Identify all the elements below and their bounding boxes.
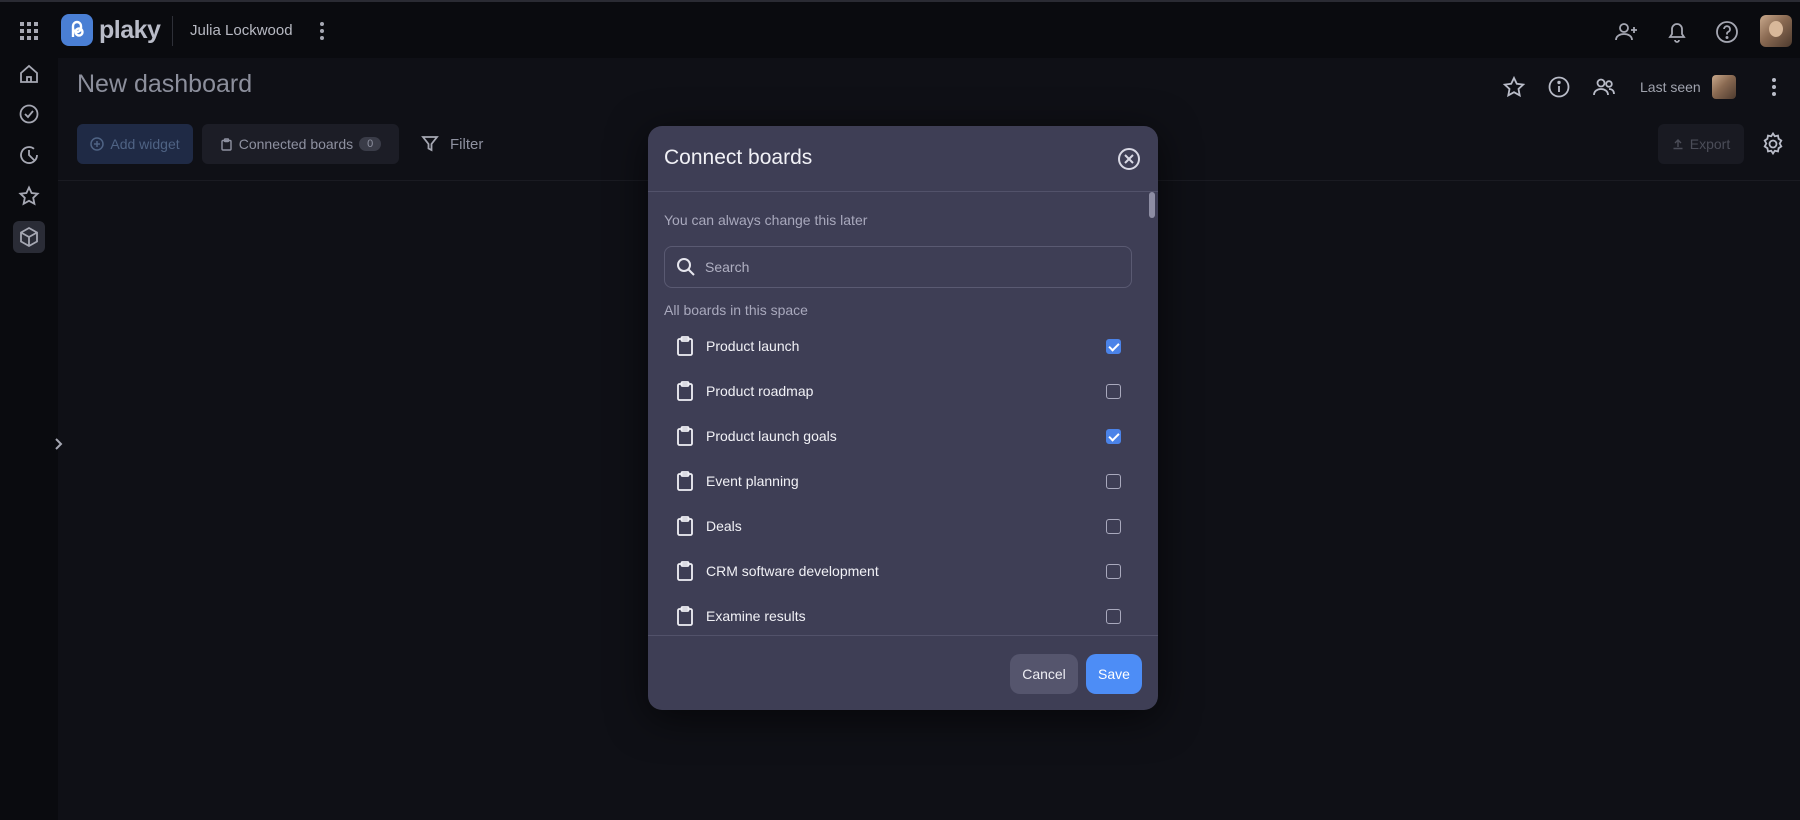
- board-checkbox[interactable]: [1106, 339, 1121, 354]
- more-vertical-icon[interactable]: [312, 19, 332, 43]
- add-widget-button[interactable]: Add widget: [77, 124, 193, 164]
- last-seen-avatar[interactable]: [1712, 75, 1736, 99]
- sidebar-item-my-work[interactable]: [13, 98, 45, 130]
- connect-boards-modal: Connect boards You can always change thi…: [648, 126, 1158, 710]
- clipboard-icon: [674, 470, 696, 492]
- board-checkbox[interactable]: [1106, 564, 1121, 579]
- board-label: Product launch goals: [706, 428, 837, 444]
- clipboard-icon: [674, 515, 696, 537]
- favorite-star-icon[interactable]: [1502, 75, 1526, 99]
- info-icon[interactable]: [1547, 75, 1571, 99]
- board-checkbox[interactable]: [1106, 609, 1121, 624]
- board-label: Event planning: [706, 473, 799, 489]
- export-button[interactable]: Export: [1658, 124, 1744, 164]
- export-label: Export: [1689, 136, 1731, 152]
- modal-title: Connect boards: [664, 146, 813, 169]
- board-checkbox[interactable]: [1106, 474, 1121, 489]
- clipboard-icon: [674, 335, 696, 357]
- star-icon: [18, 185, 40, 207]
- upload-icon: [1672, 138, 1684, 150]
- sidebar-item-recent[interactable]: [13, 139, 45, 171]
- board-checkbox[interactable]: [1106, 519, 1121, 534]
- page-title[interactable]: New dashboard: [77, 70, 252, 99]
- plus-circle-icon: [90, 137, 105, 151]
- board-list-item[interactable]: Event planning: [664, 459, 1134, 503]
- workspace-name[interactable]: Julia Lockwood: [190, 22, 293, 39]
- modal-scrollbar[interactable]: [1149, 192, 1155, 218]
- search-box: [664, 246, 1132, 288]
- sidebar-item-dashboards[interactable]: [13, 221, 45, 253]
- clipboard-icon: [674, 380, 696, 402]
- section-label: All boards in this space: [664, 302, 808, 318]
- board-list-item[interactable]: CRM software development: [664, 549, 1134, 593]
- plaky-logo-mark-icon: [61, 14, 93, 46]
- board-label: Product launch: [706, 338, 800, 354]
- plaky-logo[interactable]: plaky: [61, 14, 161, 46]
- search-icon: [675, 256, 697, 278]
- logo-text: plaky: [99, 15, 161, 44]
- user-avatar[interactable]: [1760, 15, 1792, 47]
- sidebar-item-home[interactable]: [13, 58, 45, 90]
- connected-boards-count-badge: 0: [359, 137, 382, 151]
- board-list-item[interactable]: Deals: [664, 504, 1134, 548]
- topbar-divider: [172, 16, 173, 46]
- apps-grid-icon[interactable]: [18, 20, 40, 42]
- home-icon: [18, 63, 40, 85]
- board-list-item[interactable]: Product launch: [664, 324, 1134, 368]
- check-circle-icon: [18, 103, 40, 125]
- filter-button[interactable]: Filter: [420, 130, 483, 158]
- close-icon[interactable]: [1116, 146, 1142, 172]
- recent-icon: [18, 144, 40, 166]
- board-label: Product roadmap: [706, 383, 814, 399]
- clipboard-icon: [220, 137, 233, 151]
- modal-header-divider: [648, 191, 1158, 192]
- add-user-icon[interactable]: [1614, 19, 1640, 45]
- board-label: Deals: [706, 518, 742, 534]
- clipboard-icon: [674, 425, 696, 447]
- board-checkbox[interactable]: [1106, 429, 1121, 444]
- help-icon[interactable]: [1714, 19, 1740, 45]
- bell-icon[interactable]: [1664, 19, 1690, 45]
- top-bar: plaky Julia Lockwood: [0, 0, 1800, 58]
- filter-label: Filter: [450, 135, 484, 153]
- clipboard-icon: [674, 605, 696, 627]
- board-label: CRM software development: [706, 563, 879, 579]
- settings-gear-icon[interactable]: [1760, 131, 1786, 157]
- board-list-item[interactable]: Product launch goals: [664, 414, 1134, 458]
- add-widget-label: Add widget: [110, 136, 180, 152]
- board-checkbox[interactable]: [1106, 384, 1121, 399]
- dashboard-cube-icon: [18, 226, 40, 248]
- sidebar-item-favorites[interactable]: [13, 180, 45, 212]
- board-list-item[interactable]: Product roadmap: [664, 369, 1134, 413]
- members-icon[interactable]: [1592, 75, 1616, 99]
- search-input[interactable]: [705, 247, 1125, 287]
- save-button[interactable]: Save: [1086, 654, 1142, 694]
- connected-boards-label: Connected boards: [238, 136, 354, 152]
- cancel-button[interactable]: Cancel: [1010, 654, 1078, 694]
- more-vertical-icon[interactable]: [1762, 75, 1786, 99]
- clipboard-icon: [674, 560, 696, 582]
- board-label: Examine results: [706, 608, 806, 624]
- chevron-right-icon[interactable]: [48, 434, 68, 454]
- board-list-item[interactable]: Examine results: [664, 594, 1134, 638]
- connected-boards-button[interactable]: Connected boards 0: [202, 124, 399, 164]
- modal-subtitle: You can always change this later: [664, 212, 868, 228]
- modal-footer-divider: [648, 635, 1158, 636]
- last-seen-label[interactable]: Last seen: [1640, 79, 1701, 95]
- sidebar: [0, 58, 63, 820]
- filter-icon: [420, 134, 440, 154]
